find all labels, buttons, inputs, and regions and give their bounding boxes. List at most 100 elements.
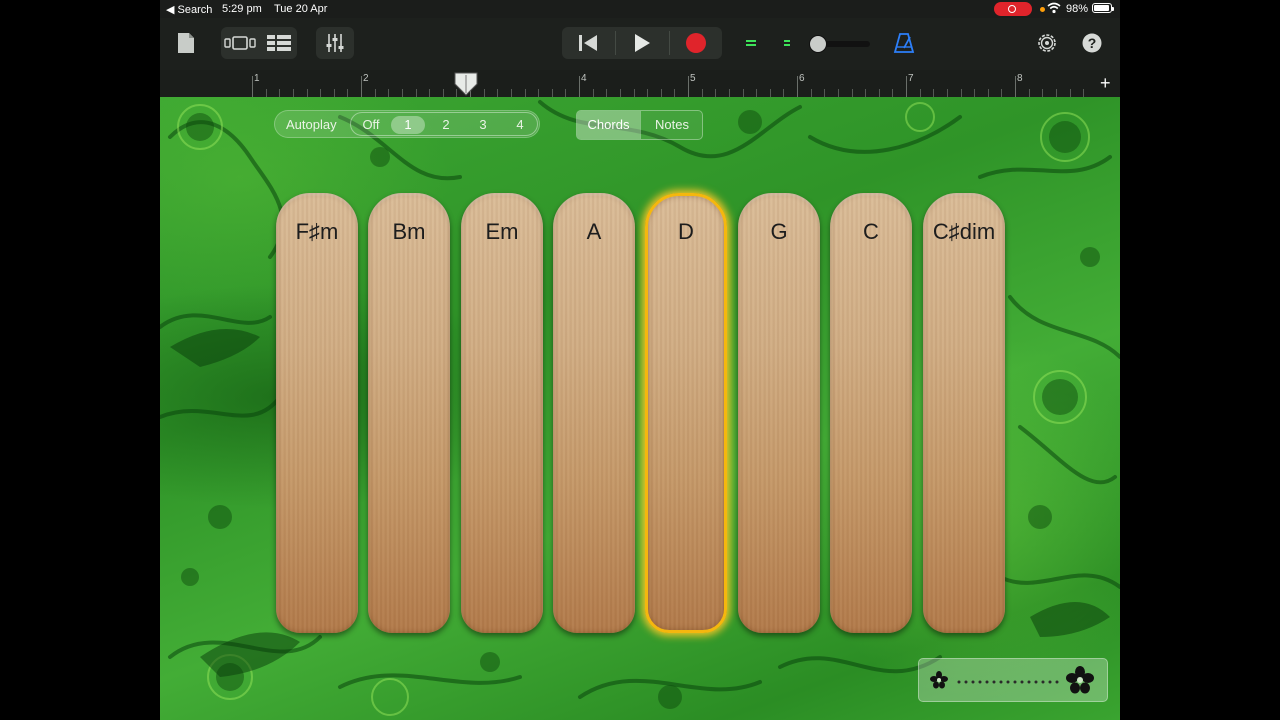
chords-button[interactable]: Chords	[577, 111, 640, 139]
ruler-beat-tick	[743, 89, 744, 97]
screen-recording-indicator[interactable]	[994, 2, 1032, 16]
ruler-beat-tick	[388, 89, 389, 97]
metronome-icon[interactable]	[890, 30, 918, 56]
ruler-beat-tick	[293, 89, 294, 97]
ruler-beat-tick	[920, 89, 921, 97]
ruler-beat-tick	[1029, 89, 1030, 97]
ruler-beat-tick	[647, 89, 648, 97]
ruler-beat-tick	[702, 89, 703, 97]
wifi-icon	[1047, 2, 1061, 14]
chord-strip[interactable]: C♯dim	[923, 193, 1005, 633]
status-bar: ◀ Search 5:29 pm Tue 20 Apr 98%	[160, 0, 1120, 18]
ruler-beat-tick	[879, 89, 880, 97]
ruler-beat-tick	[552, 89, 553, 97]
chord-label: Bm	[392, 219, 426, 244]
ruler-beat-tick	[933, 89, 934, 97]
mixer-icon[interactable]	[316, 27, 354, 59]
ruler-bar-tick	[688, 76, 689, 97]
ruler-beat-tick	[402, 89, 403, 97]
ruler-beat-tick	[375, 89, 376, 97]
chord-label: C♯dim	[932, 219, 996, 244]
chord-strip-active[interactable]: D	[645, 193, 727, 633]
ruler-beat-tick	[824, 89, 825, 97]
ruler-beat-tick	[838, 89, 839, 97]
toolbar: ?	[160, 18, 1120, 70]
battery-percent: 98%	[1066, 3, 1089, 15]
autoplay-selector: Off 1 2 3 4	[350, 112, 538, 136]
ruler-beat-tick	[266, 89, 267, 97]
autoplay-off[interactable]: Off	[353, 116, 389, 134]
back-label: Search	[177, 4, 213, 16]
playhead-handle[interactable]	[454, 72, 478, 96]
ruler-beat-tick	[634, 89, 635, 97]
ruler-beat-tick	[307, 89, 308, 97]
bar-number: 7	[908, 73, 914, 84]
ruler-beat-tick	[416, 89, 417, 97]
bar-number: 2	[363, 73, 369, 84]
ruler-beat-tick	[1056, 89, 1057, 97]
ruler-beat-tick	[620, 89, 621, 97]
ruler-beat-tick	[892, 89, 893, 97]
ruler-beat-tick	[988, 89, 989, 97]
garageband-screen: ◀ Search 5:29 pm Tue 20 Apr 98% ? 1 2 4 …	[160, 0, 1120, 720]
chord-label: D	[678, 219, 694, 244]
ruler-beat-tick	[497, 89, 498, 97]
autoplay-3[interactable]: 3	[466, 116, 500, 134]
autoplay-2[interactable]: 2	[429, 116, 463, 134]
help-icon[interactable]: ?	[1080, 31, 1104, 55]
back-to-search-link[interactable]: ◀ Search	[166, 3, 212, 16]
chord-strip[interactable]: C	[830, 193, 912, 633]
transport-controls	[562, 27, 722, 59]
ruler-beat-tick	[961, 89, 962, 97]
chord-label: G	[770, 219, 788, 244]
chord-strip[interactable]: Em	[461, 193, 543, 633]
chord-label: C	[863, 219, 879, 244]
ruler-beat-tick	[661, 89, 662, 97]
ruler-beat-tick	[770, 89, 771, 97]
tracks-view-icon[interactable]	[261, 27, 297, 59]
add-section-button[interactable]: +	[1100, 74, 1111, 92]
level-meter-icon	[746, 40, 790, 46]
ruler-beat-tick	[865, 89, 866, 97]
autoplay-4[interactable]: 4	[503, 116, 537, 134]
bar-number: 8	[1017, 73, 1023, 84]
chord-label: Em	[485, 219, 519, 244]
chords-notes-toggle: Chords Notes	[576, 110, 703, 140]
chord-strip[interactable]: Bm	[368, 193, 450, 633]
chord-strip[interactable]: F♯m	[276, 193, 358, 633]
ruler-beat-tick	[756, 89, 757, 97]
record-icon[interactable]	[670, 27, 722, 59]
timeline-ruler[interactable]: 1 2 3 4 5 6 7 8 +	[160, 70, 1120, 98]
chord-label: A	[586, 219, 602, 244]
ruler-beat-tick	[443, 89, 444, 97]
my-songs-icon[interactable]	[174, 30, 198, 56]
play-icon[interactable]	[616, 27, 668, 59]
ruler-beat-tick	[347, 89, 348, 97]
ruler-beat-tick	[783, 89, 784, 97]
large-flower-icon	[1066, 666, 1094, 694]
ruler-beat-tick	[1070, 89, 1071, 97]
master-volume-slider[interactable]	[809, 35, 827, 53]
browser-icon[interactable]	[221, 27, 259, 59]
ruler-bar-tick	[361, 76, 362, 97]
settings-icon[interactable]	[1034, 30, 1060, 56]
ruler-beat-tick	[947, 89, 948, 97]
autoplay-1[interactable]: 1	[391, 116, 425, 134]
ruler-beat-tick	[484, 89, 485, 97]
bar-number: 4	[581, 73, 587, 84]
notes-button[interactable]: Notes	[640, 111, 703, 139]
bar-number: 5	[690, 73, 696, 84]
ruler-beat-tick	[320, 89, 321, 97]
ruler-beat-tick	[1001, 89, 1002, 97]
chord-strip[interactable]: G	[738, 193, 820, 633]
small-flower-icon	[930, 671, 948, 689]
sustain-slider[interactable]	[918, 658, 1108, 702]
go-to-beginning-icon[interactable]	[562, 27, 614, 59]
chord-strip[interactable]: A	[553, 193, 635, 633]
ruler-beat-tick	[1083, 89, 1084, 97]
ruler-beat-tick	[729, 89, 730, 97]
ruler-beat-tick	[715, 89, 716, 97]
ruler-beat-tick	[811, 89, 812, 97]
bar-number: 6	[799, 73, 805, 84]
chord-label: F♯m	[295, 219, 339, 244]
